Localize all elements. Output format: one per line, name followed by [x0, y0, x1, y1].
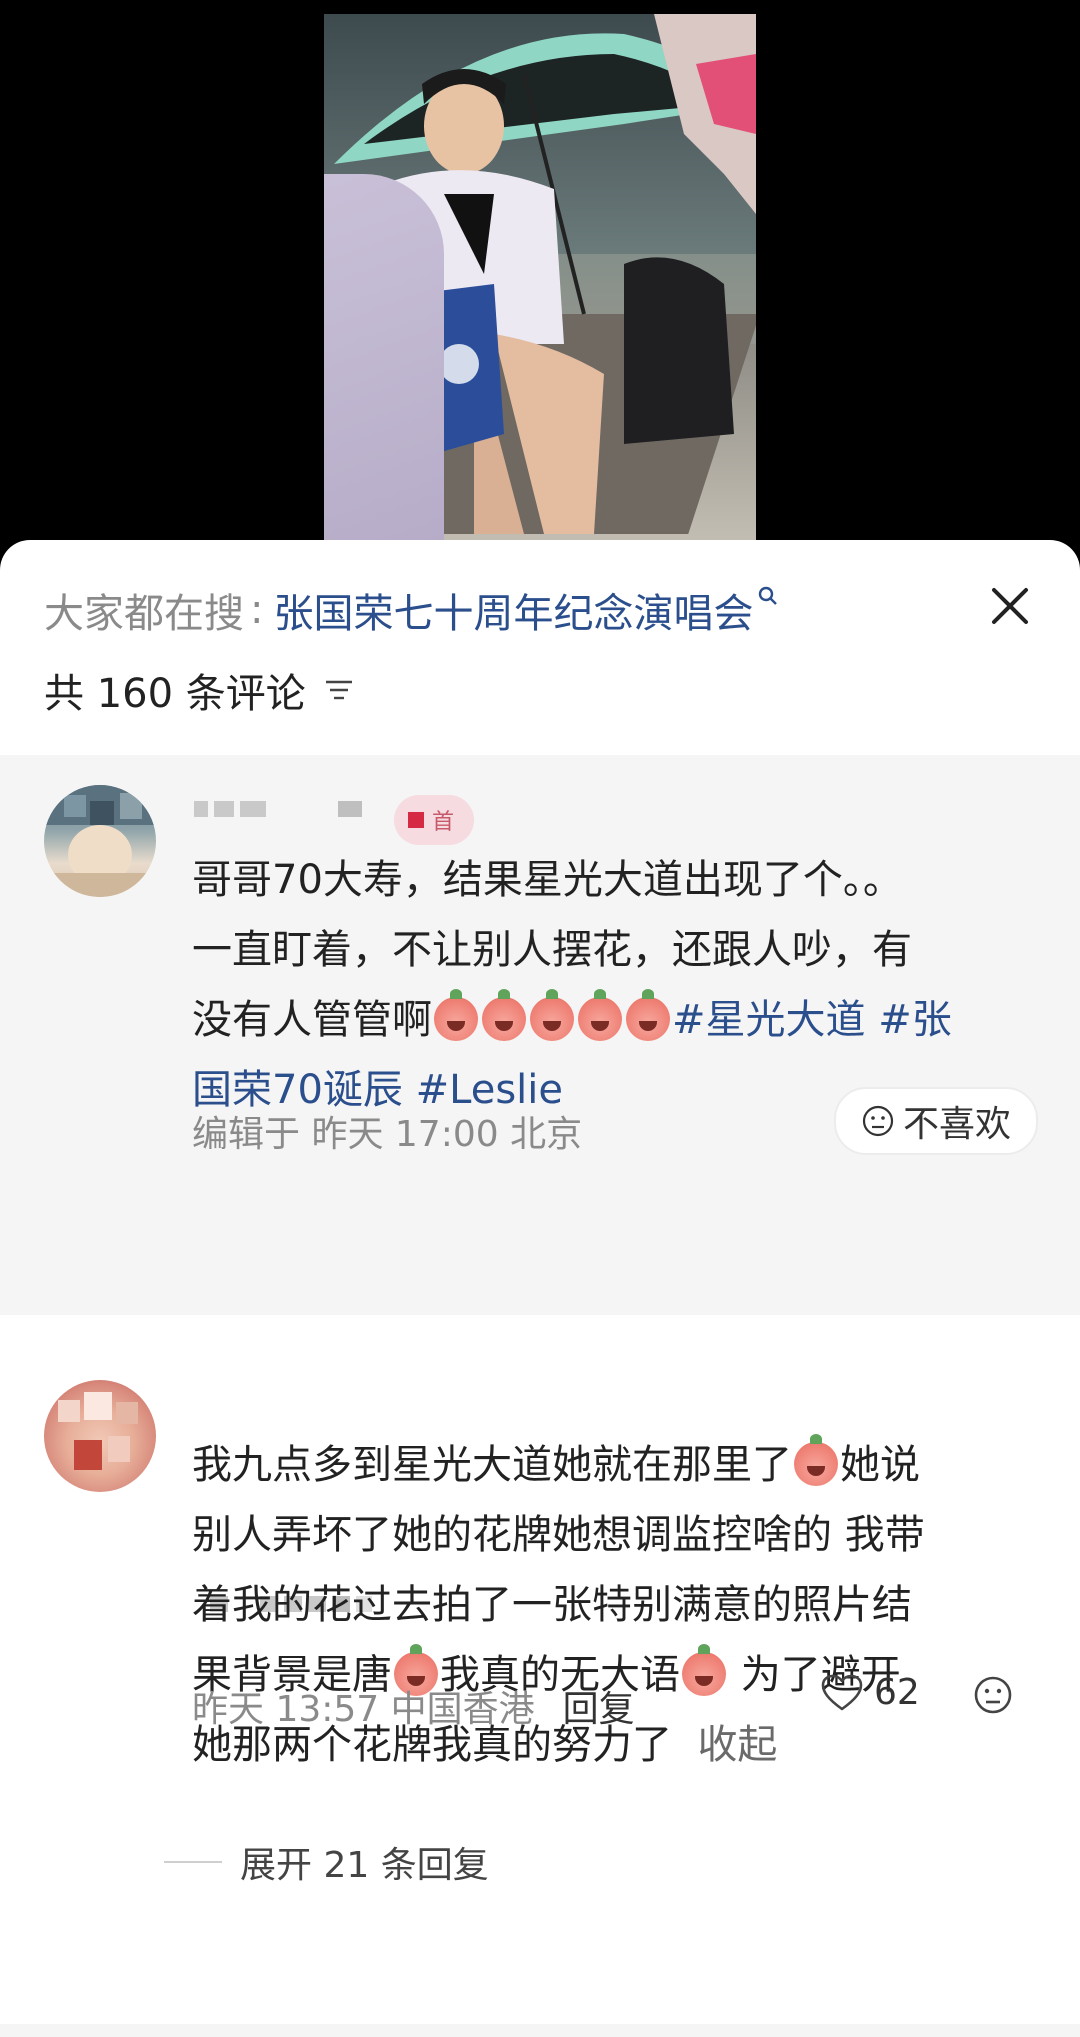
comment-line: 我九点多到星光大道她就在那里了 她说	[192, 1430, 1052, 1500]
dislike-button[interactable]: 不喜欢	[834, 1087, 1038, 1155]
avatar[interactable]	[44, 1380, 156, 1492]
avatar-image	[44, 785, 156, 897]
author-badge: 首	[394, 795, 474, 845]
dislike-face-icon	[862, 1105, 894, 1137]
search-suggestion[interactable]: 大家都在搜 : 张国荣七十周年纪念演唱会	[44, 580, 779, 640]
avatar-image	[58, 1392, 138, 1470]
search-suggestion-term[interactable]: 张国荣七十周年纪念演唱会	[273, 581, 753, 639]
shouting-emoji-icon	[626, 989, 670, 1041]
comment-count-row: 共 160 条评论	[44, 662, 354, 718]
comment-meta: 编辑于 昨天 17:00 北京	[192, 1114, 583, 1155]
comment-meta: 昨天 13:57 中国香港	[192, 1689, 535, 1730]
comment-segment: 我九点多到星光大道她就在那里了	[192, 1442, 792, 1488]
bottom-edge	[0, 2024, 1080, 2037]
search-suggestion-separator: :	[250, 587, 264, 633]
comment-count-label: 共 160 条评论	[44, 671, 306, 717]
username-blurred[interactable]	[194, 801, 362, 817]
comment-line: 别人弄坏了她的花牌她想调监控啥的 我带	[192, 1512, 925, 1558]
shouting-emoji-icon	[482, 989, 526, 1041]
shouting-emoji-icon	[434, 989, 478, 1041]
foreground-shoulder	[324, 174, 444, 542]
crying-emoji-icon	[794, 1434, 838, 1486]
avatar[interactable]	[44, 785, 156, 897]
post-photo	[324, 14, 756, 542]
comment-line: 没有人管管啊 #星光大道 #张	[192, 985, 1032, 1055]
comment-segment: 她说	[840, 1442, 920, 1488]
hashtag-link[interactable]: #星光大道	[672, 997, 866, 1043]
collapse-link[interactable]: 收起	[697, 1722, 777, 1768]
shouting-emoji-icon	[530, 989, 574, 1041]
comment-meta-row: 昨天 13:57 中国香港 回复	[192, 1680, 635, 1732]
expand-replies-label: 展开 21 条回复	[240, 1845, 489, 1886]
like-count: 62	[874, 1672, 920, 1713]
comment-text: 哥哥70大寿，结果星光大道出现了个。。 一直盯着，不让别人摆花，还跟人吵，有 没…	[192, 845, 1032, 1125]
comment-item[interactable]: 首 哥哥70大寿，结果星光大道出现了个。。 一直盯着，不让别人摆花，还跟人吵，有…	[0, 755, 1080, 1315]
comments-sheet: 大家都在搜 : 张国荣七十周年纪念演唱会 共 160 条评论 首 哥哥70大寿，…	[0, 540, 1080, 2037]
hashtag-link[interactable]: #张	[878, 997, 952, 1043]
expand-replies-button[interactable]: 展开 21 条回复	[164, 1836, 489, 1888]
comment-segment: 没有人管管啊	[192, 997, 432, 1043]
crying-emoji-icon	[682, 1644, 726, 1696]
comment-line: 一直盯着，不让别人摆花，还跟人吵，有	[192, 927, 912, 973]
shouting-emoji-icon	[578, 989, 622, 1041]
like-button[interactable]: 62	[820, 1672, 920, 1713]
dislike-face-icon[interactable]	[972, 1674, 1014, 1716]
search-suggestion-prefix: 大家都在搜	[44, 591, 244, 637]
close-icon[interactable]	[984, 580, 1036, 632]
sort-icon[interactable]	[324, 677, 354, 703]
heart-icon	[821, 1674, 863, 1710]
search-icon	[759, 586, 778, 605]
reply-button[interactable]: 回复	[563, 1680, 635, 1732]
dislike-label: 不喜欢	[902, 1104, 1011, 1145]
comment-line: 着我的花过去拍了一张特别满意的照片结	[192, 1582, 912, 1628]
comment-line: 哥哥70大寿，结果星光大道出现了个。。	[192, 857, 903, 903]
author-badge-text: 首	[432, 810, 455, 835]
expand-divider	[164, 1861, 222, 1863]
